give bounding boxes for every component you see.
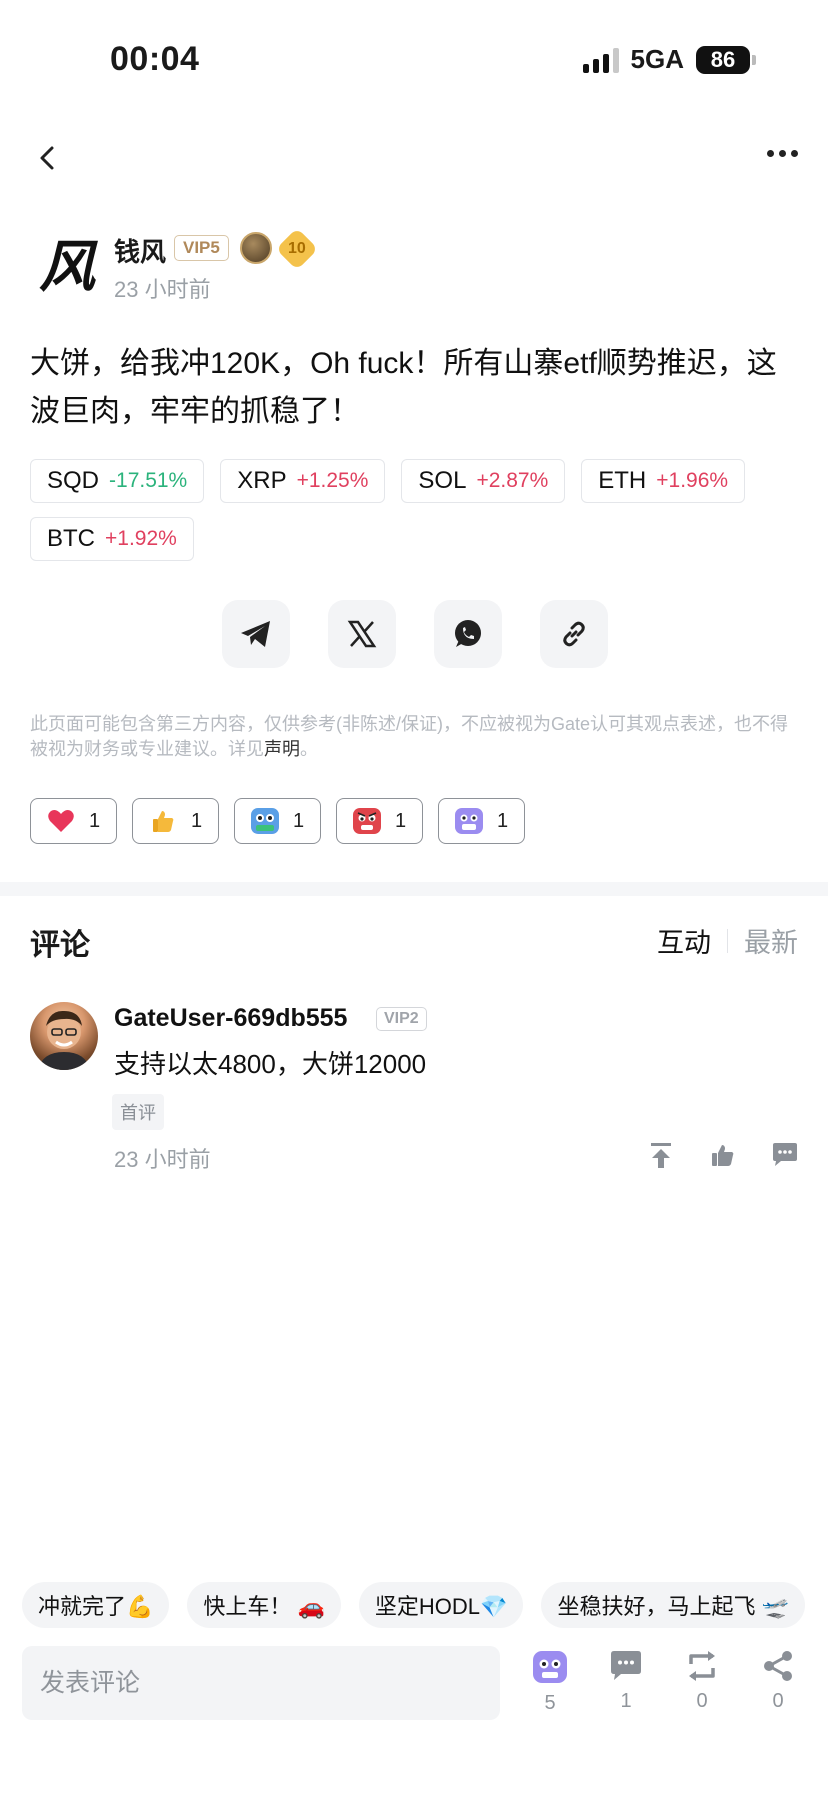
comment-actions <box>646 1140 800 1170</box>
bottom-actions: 5 1 0 0 <box>530 1650 798 1715</box>
quick-reply-chip[interactable]: 坚定HODL💎 <box>358 1582 524 1628</box>
level-badge-text: 10 <box>288 239 306 257</box>
ticker-symbol: ETH <box>598 467 647 494</box>
ticker-chip[interactable]: XRP +1.25% <box>220 459 386 503</box>
link-icon[interactable] <box>540 600 608 668</box>
share-icon <box>764 1651 792 1681</box>
reaction-purple[interactable]: 1 <box>438 798 525 844</box>
comment-sort-tabs: 互动 最新 <box>657 921 798 960</box>
post-content: 大饼，给我冲120K，Oh fuck！所有山寨etf顺势推迟，这波巨肉，牢牢的抓… <box>30 347 777 428</box>
angry-face-icon <box>352 808 381 834</box>
ticker-change: +2.87% <box>476 469 549 492</box>
quick-reply-chip[interactable]: 坐稳扶好，马上起飞 🛫 <box>541 1582 805 1628</box>
comment-input[interactable] <box>22 1646 500 1720</box>
repost-total: 0 <box>696 1690 708 1712</box>
comment-time: 23 小时前 <box>114 1147 211 1172</box>
whatsapp-icon[interactable] <box>434 600 502 668</box>
thumbs-up-icon <box>149 808 177 834</box>
reaction-face-icon <box>533 1651 567 1683</box>
purple-face-icon <box>454 808 483 834</box>
disclaimer-text: 此页面可能包含第三方内容，仅供参考(非陈述/保证)，不应被视为Gate认可其观点… <box>30 714 789 759</box>
comment-icon <box>611 1651 641 1680</box>
comment-avatar[interactable] <box>30 1002 98 1070</box>
reaction-count: 1 <box>496 809 509 832</box>
robot-face-icon <box>250 808 279 834</box>
comment-text: 支持以太4800，大饼12000 <box>114 1049 427 1079</box>
share-row <box>222 600 608 668</box>
reaction-row: 1 1 1 1 1 <box>30 798 525 844</box>
comment-button[interactable]: 1 <box>606 1650 646 1715</box>
ticker-change: +1.25% <box>296 469 369 492</box>
vip-badge: VIP5 <box>174 235 229 261</box>
status-indicators: 5GA 86 <box>582 44 756 75</box>
tab-latest[interactable]: 最新 <box>744 921 798 960</box>
disclaimer: 此页面可能包含第三方内容，仅供参考(非陈述/保证)，不应被视为Gate认可其观点… <box>30 712 800 762</box>
ticker-change: +1.96% <box>656 469 729 492</box>
tab-interactive[interactable]: 互动 <box>657 921 711 960</box>
post-time: 23 小时前 <box>114 277 211 302</box>
quick-reply-chip[interactable]: 冲就完了💪 <box>22 1582 170 1628</box>
repost-button[interactable]: 0 <box>682 1650 722 1715</box>
reply-icon[interactable] <box>770 1140 800 1170</box>
ticker-chip[interactable]: BTC +1.92% <box>30 517 194 561</box>
author-avatar[interactable]: 风 <box>32 232 102 302</box>
reaction-heart[interactable]: 1 <box>30 798 117 844</box>
ticker-symbol: SOL <box>418 467 467 494</box>
disclaimer-link[interactable]: 声明 <box>264 739 300 759</box>
comments-title: 评论 <box>30 929 90 962</box>
reaction-robot[interactable]: 1 <box>234 798 321 844</box>
reaction-button[interactable]: 5 <box>530 1650 570 1715</box>
heart-icon <box>47 808 75 834</box>
comment-vip-badge: VIP2 <box>376 1007 427 1031</box>
back-icon[interactable] <box>30 140 66 176</box>
ticker-change: -17.51% <box>109 469 188 492</box>
quick-reply-row: 冲就完了💪 快上车！ 🚗 坚定HODL💎 坐稳扶好，马上起飞 🛫 <box>22 1582 805 1628</box>
reaction-count: 1 <box>394 809 407 832</box>
first-comment-tag: 首评 <box>112 1094 164 1130</box>
quick-reply-chip[interactable]: 快上车！ 🚗 <box>187 1582 341 1628</box>
signal-icon <box>582 47 619 73</box>
ticker-symbol: SQD <box>47 467 100 494</box>
reaction-count: 1 <box>190 809 203 832</box>
ticker-chip[interactable]: ETH +1.96% <box>581 459 746 503</box>
disclaimer-end: 。 <box>300 739 318 759</box>
reaction-angry[interactable]: 1 <box>336 798 423 844</box>
network-label: 5GA <box>630 44 684 74</box>
ticker-change: +1.92% <box>105 527 177 550</box>
pin-top-icon[interactable] <box>646 1140 676 1170</box>
ticker-list: SQD -17.51% XRP +1.25% SOL +2.87% ETH +1… <box>30 459 810 561</box>
battery-level: 86 <box>696 45 750 74</box>
status-time: 00:04 <box>110 40 200 78</box>
ticker-chip[interactable]: SOL +2.87% <box>401 459 566 503</box>
reaction-count: 1 <box>292 809 305 832</box>
share-button[interactable]: 0 <box>758 1650 798 1715</box>
ticker-symbol: BTC <box>47 525 95 552</box>
x-icon[interactable] <box>328 600 396 668</box>
share-total: 0 <box>772 1690 784 1712</box>
like-icon[interactable] <box>708 1140 738 1170</box>
reaction-count: 1 <box>88 809 101 832</box>
ticker-symbol: XRP <box>237 467 287 494</box>
comment-total: 1 <box>620 1690 632 1712</box>
level-badge: 10 <box>275 227 319 271</box>
repost-icon <box>689 1651 715 1681</box>
ticker-chip[interactable]: SQD -17.51% <box>30 459 205 503</box>
battery-icon: 86 <box>696 45 756 74</box>
section-divider <box>0 882 828 896</box>
author-name[interactable]: 钱风 <box>114 232 166 269</box>
reaction-total: 5 <box>544 1692 556 1714</box>
comment-username[interactable]: GateUser-669db555 <box>114 1004 347 1033</box>
medal-icon <box>240 232 272 264</box>
reaction-thumbs[interactable]: 1 <box>132 798 219 844</box>
more-icon[interactable] <box>767 150 798 157</box>
telegram-icon[interactable] <box>222 600 290 668</box>
